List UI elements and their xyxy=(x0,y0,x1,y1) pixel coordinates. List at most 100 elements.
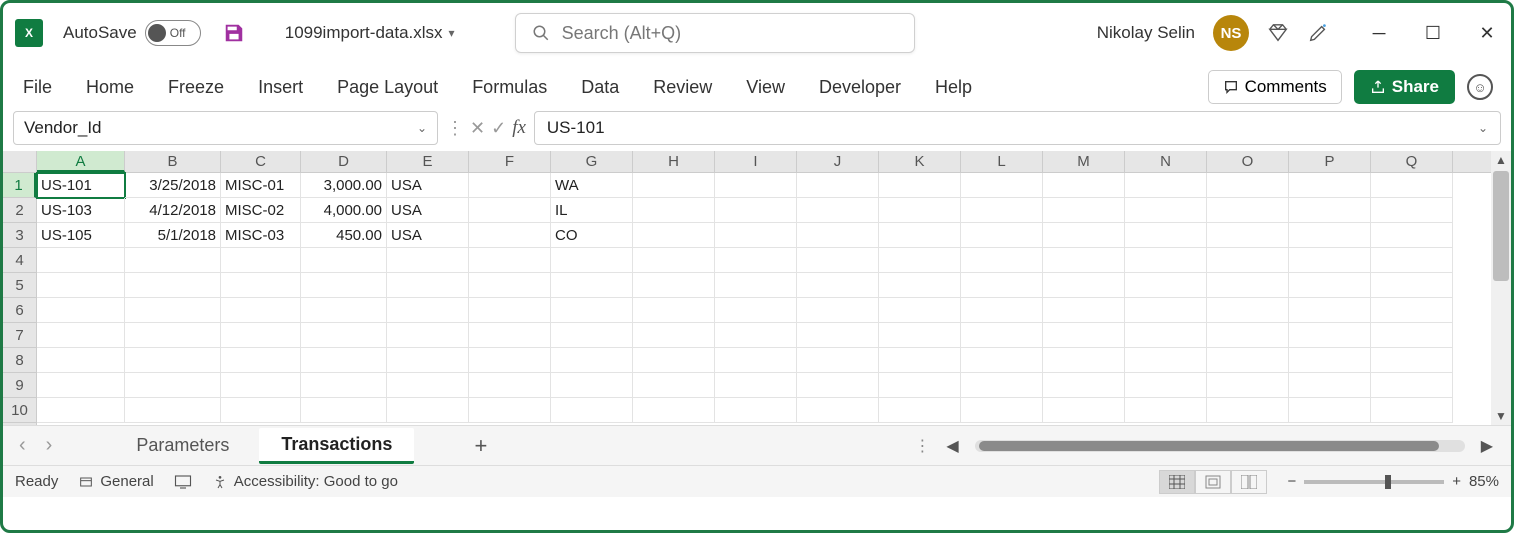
cell[interactable] xyxy=(961,373,1043,398)
avatar[interactable]: NS xyxy=(1213,15,1249,51)
cell[interactable] xyxy=(715,348,797,373)
cell[interactable] xyxy=(1043,373,1125,398)
column-header[interactable]: P xyxy=(1289,151,1371,172)
cell[interactable] xyxy=(633,298,715,323)
page-break-view-button[interactable] xyxy=(1231,470,1267,494)
sheet-nav-next-icon[interactable]: › xyxy=(40,434,59,457)
add-sheet-button[interactable]: + xyxy=(460,433,501,459)
cell[interactable] xyxy=(961,348,1043,373)
cell[interactable] xyxy=(797,248,879,273)
column-header[interactable]: K xyxy=(879,151,961,172)
cancel-icon[interactable]: ✕ xyxy=(470,118,485,139)
tab-view[interactable]: View xyxy=(744,73,787,102)
cell[interactable] xyxy=(469,398,551,423)
cell[interactable] xyxy=(715,298,797,323)
cell[interactable] xyxy=(469,273,551,298)
cell[interactable] xyxy=(37,298,125,323)
cell[interactable] xyxy=(1207,348,1289,373)
enter-icon[interactable]: ✓ xyxy=(491,118,506,139)
tab-data[interactable]: Data xyxy=(579,73,621,102)
cell[interactable] xyxy=(37,273,125,298)
search-input[interactable]: Search (Alt+Q) xyxy=(515,13,915,53)
cell[interactable] xyxy=(125,323,221,348)
pen-icon[interactable] xyxy=(1307,22,1329,44)
cell[interactable] xyxy=(301,348,387,373)
cell[interactable] xyxy=(715,248,797,273)
cell[interactable]: CO xyxy=(551,223,633,248)
cell[interactable] xyxy=(125,298,221,323)
cell[interactable]: IL xyxy=(551,198,633,223)
cell[interactable] xyxy=(715,198,797,223)
horizontal-scrollbar[interactable] xyxy=(975,440,1465,452)
cell[interactable] xyxy=(1043,198,1125,223)
row-header[interactable]: 3 xyxy=(3,223,36,248)
column-header[interactable]: F xyxy=(469,151,551,172)
comments-button[interactable]: Comments xyxy=(1208,70,1342,104)
cell[interactable] xyxy=(961,248,1043,273)
cell[interactable] xyxy=(1125,198,1207,223)
select-all-corner[interactable] xyxy=(3,151,37,173)
cell[interactable] xyxy=(1371,348,1453,373)
maximize-button[interactable]: ☐ xyxy=(1421,23,1445,44)
column-header[interactable]: H xyxy=(633,151,715,172)
cell[interactable]: MISC-01 xyxy=(221,173,301,198)
cell[interactable] xyxy=(633,273,715,298)
cell[interactable] xyxy=(551,398,633,423)
cell[interactable] xyxy=(1207,398,1289,423)
cell[interactable] xyxy=(879,198,961,223)
zoom-in-button[interactable]: + xyxy=(1452,473,1461,490)
cell[interactable] xyxy=(1207,248,1289,273)
cell[interactable] xyxy=(879,323,961,348)
cell[interactable] xyxy=(387,323,469,348)
cell[interactable] xyxy=(879,373,961,398)
cell[interactable] xyxy=(221,348,301,373)
row-header[interactable]: 1 xyxy=(3,173,36,198)
cell[interactable] xyxy=(1289,223,1371,248)
cell[interactable] xyxy=(301,298,387,323)
cell[interactable] xyxy=(551,273,633,298)
hscroll-thumb[interactable] xyxy=(979,441,1439,451)
cell[interactable]: US-105 xyxy=(37,223,125,248)
cell[interactable] xyxy=(1043,348,1125,373)
hscroll-left-icon[interactable]: ◀ xyxy=(938,436,966,456)
cell[interactable]: MISC-02 xyxy=(221,198,301,223)
cell[interactable] xyxy=(1125,273,1207,298)
cell[interactable] xyxy=(221,323,301,348)
cell[interactable] xyxy=(1125,323,1207,348)
cell[interactable] xyxy=(879,348,961,373)
cell[interactable] xyxy=(1043,223,1125,248)
cell[interactable] xyxy=(797,298,879,323)
scroll-down-icon[interactable]: ▼ xyxy=(1491,409,1511,423)
tab-insert[interactable]: Insert xyxy=(256,73,305,102)
cell[interactable] xyxy=(961,198,1043,223)
cell[interactable] xyxy=(1289,298,1371,323)
row-header[interactable]: 5 xyxy=(3,273,36,298)
cell[interactable] xyxy=(469,173,551,198)
scrollbar-thumb[interactable] xyxy=(1493,171,1509,281)
cell[interactable] xyxy=(1371,298,1453,323)
cell[interactable]: USA xyxy=(387,198,469,223)
vertical-scrollbar[interactable]: ▲ ▼ xyxy=(1491,151,1511,425)
cell[interactable] xyxy=(551,298,633,323)
cell[interactable] xyxy=(1371,223,1453,248)
cell[interactable] xyxy=(1289,248,1371,273)
cell[interactable] xyxy=(1125,173,1207,198)
cell[interactable] xyxy=(301,273,387,298)
cell[interactable] xyxy=(715,373,797,398)
cell[interactable] xyxy=(1043,273,1125,298)
cell[interactable] xyxy=(797,223,879,248)
cell[interactable]: WA xyxy=(551,173,633,198)
tab-home[interactable]: Home xyxy=(84,73,136,102)
cell[interactable] xyxy=(387,248,469,273)
cell[interactable] xyxy=(125,348,221,373)
cell[interactable] xyxy=(961,223,1043,248)
column-header[interactable]: E xyxy=(387,151,469,172)
cell[interactable] xyxy=(797,323,879,348)
cell[interactable] xyxy=(1289,348,1371,373)
cell[interactable]: MISC-03 xyxy=(221,223,301,248)
row-header[interactable]: 4 xyxy=(3,248,36,273)
toggle-switch[interactable]: Off xyxy=(145,20,201,46)
cell[interactable] xyxy=(37,373,125,398)
column-header[interactable]: A xyxy=(37,151,125,172)
cell[interactable] xyxy=(633,198,715,223)
